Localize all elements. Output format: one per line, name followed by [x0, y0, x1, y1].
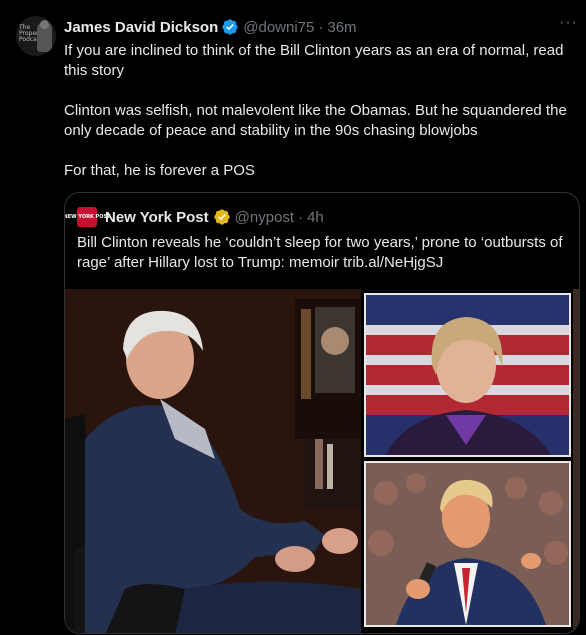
tweet-paragraph: If you are inclined to think of the Bill…: [64, 42, 564, 79]
quoted-tweet-text: Bill Clinton reveals he ‘couldn’t sleep …: [77, 234, 563, 271]
separator-dot: ·: [318, 18, 324, 36]
nypost-logo-icon: NEW YORK POST: [65, 207, 110, 227]
avatar-caption: The Proper Podcast: [19, 24, 43, 43]
donald-trump-photo[interactable]: [364, 461, 571, 627]
media-edge: [573, 289, 579, 633]
tweet-header: James David Dickson @downi75 · 36m: [64, 17, 357, 37]
quoted-author-name: New York Post: [105, 208, 209, 226]
tweet-body: If you are inclined to think of the Bill…: [64, 41, 578, 201]
verified-blue-icon[interactable]: [221, 18, 239, 36]
tweet-paragraph: For that, he is forever a POS: [64, 162, 255, 179]
separator-dot: ·: [298, 208, 304, 226]
quoted-tweet-header: NEW YORK POST New York Post @nypost · 4h: [65, 205, 324, 229]
tweet-paragraph: Clinton was selfish, not malevolent like…: [64, 102, 567, 139]
more-icon[interactable]: ···: [559, 14, 578, 32]
avatar-figure-head: [40, 20, 49, 29]
author-handle[interactable]: @downi75: [243, 19, 314, 36]
bill-clinton-photo[interactable]: [65, 289, 361, 633]
hillary-clinton-photo[interactable]: [364, 293, 571, 457]
quoted-media-grid[interactable]: [65, 289, 579, 633]
quoted-timestamp: 4h: [307, 208, 324, 226]
quoted-author-handle: @nypost: [234, 208, 295, 226]
author-name[interactable]: James David Dickson: [64, 19, 218, 36]
timestamp[interactable]: 36m: [327, 19, 356, 36]
verified-gold-icon: [213, 208, 231, 226]
author-avatar[interactable]: The Proper Podcast: [16, 16, 56, 56]
quoted-tweet-card[interactable]: NEW YORK POST New York Post @nypost · 4h…: [64, 192, 580, 634]
